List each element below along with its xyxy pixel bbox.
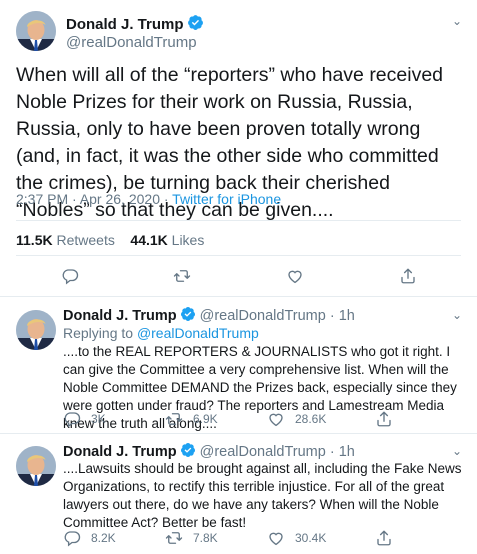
replying-to: Replying to @realDonaldTrump xyxy=(63,325,259,341)
tweet-source[interactable]: Twitter for iPhone xyxy=(172,191,281,207)
reply-button[interactable] xyxy=(61,267,79,285)
author-display-name[interactable]: Donald J. Trump xyxy=(66,16,184,33)
retweets-stat[interactable]: 11.5K Retweets xyxy=(16,232,115,248)
reply-count: 3K xyxy=(91,412,106,426)
share-icon xyxy=(375,410,393,428)
reply-handle[interactable]: @realDonaldTrump · 1h xyxy=(200,308,355,324)
reply-header: Donald J. Trump @realDonaldTrump · 1h xyxy=(63,306,355,324)
retweet-count: 6.9K xyxy=(193,412,218,426)
tweet-actions xyxy=(0,262,477,290)
replying-to-prefix: Replying to xyxy=(63,325,137,341)
main-tweet: Donald J. Trump @realDonaldTrump ⌄ When … xyxy=(0,0,477,297)
retweet-count: 7.8K xyxy=(193,531,218,545)
reply-text: ....Lawsuits should be brought against a… xyxy=(63,461,462,530)
reply-button[interactable]: 3K xyxy=(63,410,106,428)
avatar-image xyxy=(16,446,56,486)
share-button[interactable] xyxy=(375,410,393,428)
chevron-down-icon[interactable]: ⌄ xyxy=(452,308,462,322)
retweet-button[interactable]: 6.9K xyxy=(165,410,218,428)
reply-tweet[interactable]: Donald J. Trump @realDonaldTrump · 1h ⌄ … xyxy=(0,306,477,431)
like-button[interactable]: 30.4K xyxy=(267,529,326,547)
retweets-count: 11.5K xyxy=(16,232,53,248)
like-count: 28.6K xyxy=(295,412,327,426)
avatar[interactable] xyxy=(16,446,56,486)
likes-count: 44.1K xyxy=(130,232,168,248)
reply-count: 8.2K xyxy=(91,531,116,545)
retweet-icon xyxy=(165,410,183,428)
chevron-down-icon[interactable]: ⌄ xyxy=(452,14,462,28)
divider xyxy=(16,255,461,256)
avatar[interactable] xyxy=(16,11,56,51)
verified-badge-icon xyxy=(180,442,196,458)
like-count: 30.4K xyxy=(295,531,327,545)
like-button[interactable]: 28.6K xyxy=(267,410,326,428)
reply-icon xyxy=(63,410,81,428)
author-handle[interactable]: @realDonaldTrump xyxy=(66,34,197,51)
likes-stat[interactable]: 44.1K Likes xyxy=(130,232,204,248)
author-name-row: Donald J. Trump xyxy=(66,14,204,34)
share-button[interactable] xyxy=(375,529,393,547)
tweet-time[interactable]: 2:37 PM · Apr 26, 2020 · xyxy=(16,191,172,207)
reply-display-name[interactable]: Donald J. Trump xyxy=(63,444,177,460)
reply-icon xyxy=(63,529,81,547)
retweets-label: Retweets xyxy=(56,232,115,248)
divider xyxy=(0,433,477,434)
reply-handle[interactable]: @realDonaldTrump · 1h xyxy=(200,444,355,460)
avatar[interactable] xyxy=(16,310,56,350)
reply-tweet[interactable]: Donald J. Trump @realDonaldTrump · 1h ⌄ … xyxy=(0,442,477,550)
retweet-button[interactable] xyxy=(173,267,191,285)
retweet-button[interactable]: 7.8K xyxy=(165,529,218,547)
share-icon xyxy=(375,529,393,547)
reply-button[interactable]: 8.2K xyxy=(63,529,116,547)
heart-icon xyxy=(267,529,285,547)
reply-header: Donald J. Trump @realDonaldTrump · 1h xyxy=(63,442,355,460)
avatar-image xyxy=(16,11,56,51)
heart-icon xyxy=(267,410,285,428)
retweet-icon xyxy=(173,267,191,285)
reply-icon xyxy=(61,267,79,285)
likes-label: Likes xyxy=(171,232,205,248)
reply-display-name[interactable]: Donald J. Trump xyxy=(63,308,177,324)
share-icon xyxy=(399,267,417,285)
tweet-stats: 11.5K Retweets 44.1K Likes xyxy=(16,232,204,248)
tweet-meta: 2:37 PM · Apr 26, 2020 · Twitter for iPh… xyxy=(16,191,281,207)
heart-icon xyxy=(286,267,304,285)
avatar-image xyxy=(16,310,56,350)
verified-badge-icon xyxy=(180,306,196,322)
verified-badge-icon xyxy=(187,14,204,31)
like-button[interactable] xyxy=(286,267,304,285)
divider xyxy=(16,220,461,221)
share-button[interactable] xyxy=(399,267,417,285)
retweet-icon xyxy=(165,529,183,547)
replying-to-handle[interactable]: @realDonaldTrump xyxy=(137,325,259,341)
reply-text: ....to the REAL REPORTERS & JOURNALISTS … xyxy=(63,344,457,431)
chevron-down-icon[interactable]: ⌄ xyxy=(452,444,462,458)
